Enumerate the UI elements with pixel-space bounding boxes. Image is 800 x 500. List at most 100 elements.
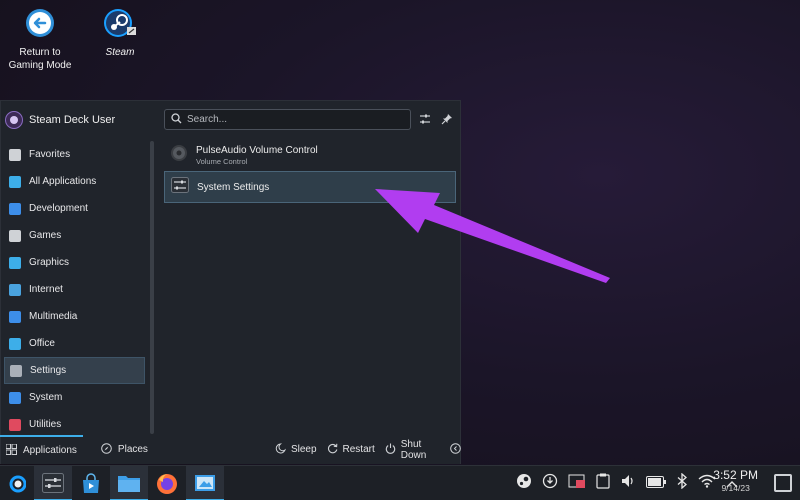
category-label: Favorites <box>29 149 71 160</box>
category-item[interactable]: System <box>4 384 145 411</box>
bluetooth-icon[interactable] <box>676 472 688 494</box>
more-power-options-button[interactable] <box>450 442 461 457</box>
sleep-button[interactable]: Sleep <box>275 442 317 457</box>
return-arrow-icon <box>0 8 80 42</box>
restart-button[interactable]: Restart <box>327 443 375 457</box>
clock-time: 3:52 PM <box>713 468 758 482</box>
system-settings-icon <box>42 472 64 493</box>
restart-label: Restart <box>342 444 375 455</box>
category-item[interactable]: Multimedia <box>4 303 145 330</box>
bookmark-icon <box>9 148 21 161</box>
shutdown-button[interactable]: Shut Down <box>385 439 438 461</box>
category-item[interactable]: Internet <box>4 276 145 303</box>
digital-clock[interactable]: 3:52 PM 9/14/23 <box>713 469 758 495</box>
utilities-icon <box>9 418 21 431</box>
app-subtitle: Volume Control <box>196 156 248 166</box>
sleep-icon <box>275 442 286 457</box>
shutdown-label: Shut Down <box>400 438 427 461</box>
settings-icon <box>10 364 22 377</box>
configure-button[interactable] <box>417 111 433 127</box>
taskbar-file-manager[interactable] <box>110 466 148 500</box>
battery-icon[interactable] <box>646 475 666 493</box>
category-item[interactable]: Graphics <box>4 249 145 276</box>
office-icon <box>9 337 21 350</box>
category-item[interactable]: Favorites <box>4 141 145 168</box>
category-label: Multimedia <box>29 311 78 322</box>
category-list: Favorites All Applications Development Game… <box>4 141 145 438</box>
taskbar-discover[interactable] <box>72 466 110 500</box>
taskbar-screenshot-tool[interactable] <box>186 466 224 500</box>
tab-applications-label: Applications <box>23 445 77 456</box>
taskbar-firefox[interactable] <box>148 466 186 500</box>
screenshot-icon <box>195 474 215 491</box>
volume-icon[interactable] <box>620 473 636 494</box>
development-icon <box>9 202 21 215</box>
search-box[interactable] <box>164 109 411 130</box>
category-label: Internet <box>29 284 63 295</box>
multimedia-icon <box>9 310 21 323</box>
category-item[interactable]: Development <box>4 195 145 222</box>
category-label: Graphics <box>29 257 70 268</box>
category-label: Utilities <box>29 419 62 430</box>
clock-date: 9/14/23 <box>721 483 750 493</box>
chevron-left-circle-icon <box>450 442 461 457</box>
globe-icon <box>9 283 21 296</box>
show-desktop-button[interactable] <box>774 474 792 492</box>
pin-icon <box>441 114 452 125</box>
power-icon <box>385 443 396 457</box>
taskbar: 3:52 PM 9/14/23 <box>0 465 800 500</box>
return-to-gaming-mode-desktop-icon[interactable]: Return to Gaming Mode <box>0 8 80 72</box>
speaker-icon <box>170 144 188 167</box>
return-to-gaming-mode-label: Return to Gaming Mode <box>8 47 72 71</box>
category-label: System <box>29 392 63 403</box>
steam-icon[interactable] <box>516 473 532 494</box>
sleep-label: Sleep <box>290 444 317 455</box>
user-name: Steam Deck User <box>29 114 116 126</box>
pin-button[interactable] <box>439 111 455 127</box>
taskbar-system-settings[interactable] <box>34 466 72 500</box>
category-item[interactable]: Games <box>4 222 145 249</box>
firefox-icon <box>157 473 177 494</box>
screenshot-tray-icon[interactable] <box>568 473 586 494</box>
category-label: Games <box>29 230 62 241</box>
app-title: System Settings <box>197 181 270 193</box>
category-item[interactable]: Office <box>4 330 145 357</box>
steam-icon <box>80 8 160 42</box>
tab-places-label: Places <box>117 444 148 455</box>
category-scrollbar[interactable] <box>150 141 154 434</box>
category-label: Settings <box>30 365 67 376</box>
graphics-icon <box>9 256 21 269</box>
launcher-bottom-bar: Applications Places Sleep Restart Shut D… <box>0 435 461 464</box>
tab-applications[interactable]: Applications <box>0 435 83 464</box>
gamepad-icon <box>9 229 21 242</box>
compass-icon <box>101 442 112 457</box>
app-title: PulseAudio Volume Control <box>196 144 318 156</box>
steamdeck-logo-icon <box>9 475 26 492</box>
grid-icon <box>9 175 21 188</box>
sliders-icon <box>420 114 430 124</box>
update-icon[interactable] <box>542 473 558 494</box>
app-pulseaudio-volume-control[interactable]: PulseAudio Volume Control Volume Control <box>164 139 456 171</box>
restart-icon <box>327 443 338 457</box>
category-item[interactable]: Settings <box>4 357 145 384</box>
system-icon <box>9 391 21 404</box>
clipboard-icon[interactable] <box>596 473 610 494</box>
grid-icon <box>5 443 17 458</box>
search-input[interactable] <box>187 114 397 125</box>
user-header[interactable]: Steam Deck User <box>5 109 115 131</box>
category-label: Development <box>29 203 88 214</box>
category-item[interactable]: All Applications <box>4 168 145 195</box>
avatar <box>5 111 23 129</box>
category-item[interactable]: Utilities <box>4 411 145 438</box>
category-label: Office <box>29 338 55 349</box>
folder-icon <box>118 475 140 492</box>
app-launcher-button[interactable] <box>0 466 34 500</box>
steam-desktop-icon[interactable]: Steam <box>80 8 160 59</box>
tab-places[interactable]: Places <box>95 435 154 464</box>
system-tray <box>516 466 738 500</box>
search-icon <box>171 111 182 129</box>
system-settings-icon <box>171 176 189 198</box>
discover-store-icon <box>83 472 99 493</box>
steam-label: Steam <box>105 47 135 58</box>
annotation-arrow <box>375 189 610 283</box>
